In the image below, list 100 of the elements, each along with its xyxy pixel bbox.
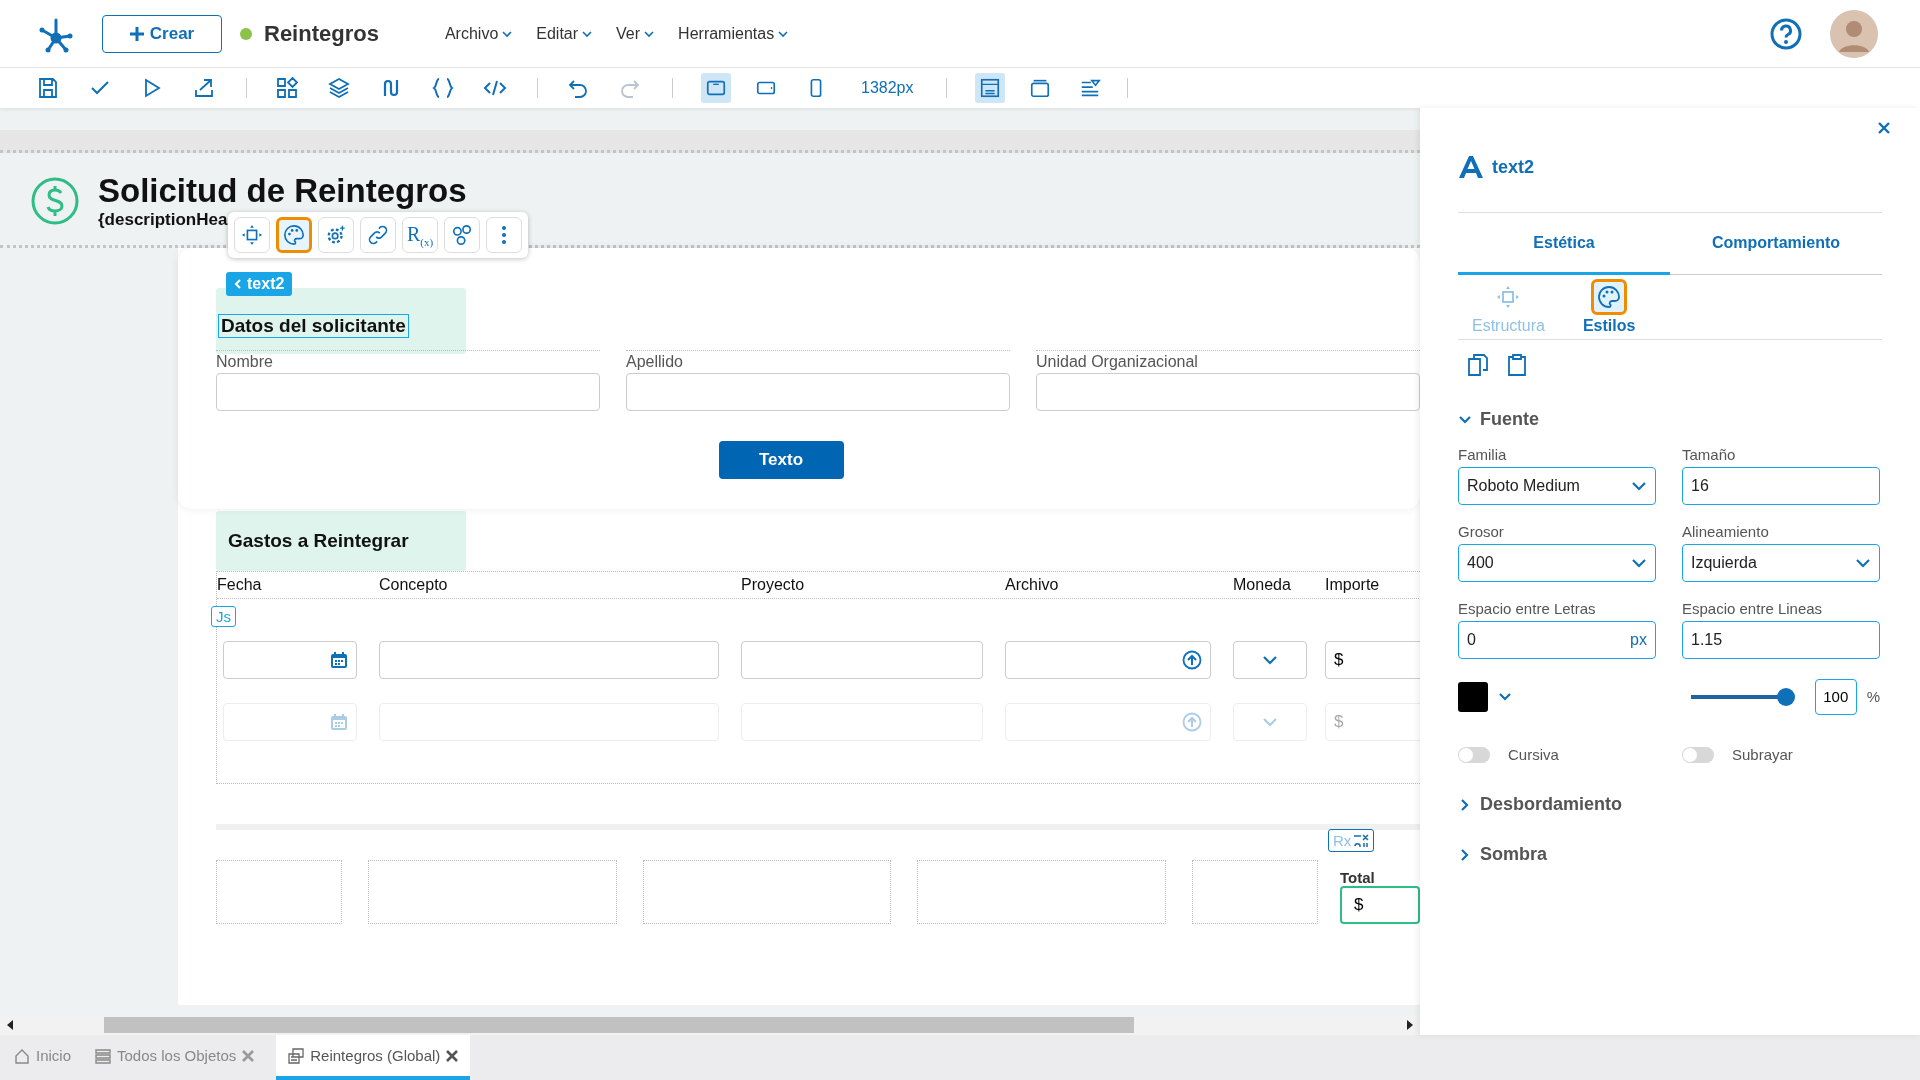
close-icon[interactable] [1878, 122, 1890, 134]
save-icon[interactable] [36, 76, 60, 100]
input-field[interactable]: 0 px [1458, 620, 1656, 659]
toggle-switch[interactable] [1682, 746, 1714, 763]
move-button[interactable] [234, 217, 270, 253]
text-element-icon [1458, 155, 1484, 179]
section-toggle[interactable]: Fuente [1458, 399, 1882, 440]
panel-title: text2 [1492, 156, 1535, 178]
subtab[interactable]: Estilos [1582, 278, 1636, 335]
document-tab[interactable]: Reintegros (Global) [276, 1035, 471, 1080]
circles-icon [451, 224, 473, 246]
chevron-down-icon [1855, 557, 1871, 568]
menu-item[interactable]: Herramientas [678, 24, 789, 43]
input-field[interactable] [626, 373, 1010, 411]
total-field[interactable]: $ [1340, 886, 1420, 924]
chevron-down-icon [1631, 557, 1647, 568]
field-label: Tamaño [1682, 445, 1737, 463]
file-field[interactable] [1005, 641, 1211, 679]
tab-label: Inicio [36, 1047, 72, 1064]
menu-item[interactable]: Editar [536, 24, 593, 43]
styles-button[interactable] [276, 217, 312, 253]
form-description: {descriptionHea [98, 210, 229, 230]
status-dot-icon [240, 27, 252, 40]
scroll-left-icon[interactable] [6, 1020, 14, 1030]
move-icon [1496, 284, 1521, 309]
color-swatch[interactable] [1458, 681, 1488, 712]
canvas-width-label: 1382px [861, 79, 914, 97]
settings-button[interactable] [318, 217, 354, 253]
total-label: Total [1340, 869, 1375, 886]
input-field[interactable] [741, 641, 983, 679]
scroll-right-icon[interactable] [1406, 1020, 1414, 1030]
components-icon[interactable] [275, 76, 299, 100]
field-label: Apellido [626, 352, 684, 372]
link-button[interactable] [360, 217, 396, 253]
formula-button[interactable]: R$_{(x)}$ [402, 217, 438, 253]
connections-button[interactable] [444, 217, 480, 253]
text-button[interactable]: Texto [718, 441, 844, 479]
toggle-label: Cursiva [1508, 746, 1559, 763]
form-icon [288, 1047, 305, 1064]
field-label: Espacio entre Letras [1458, 599, 1597, 617]
copy-icon[interactable] [1468, 353, 1488, 376]
tab-label: Reintegros (Global) [310, 1047, 441, 1064]
dollar-circle-icon [30, 176, 80, 226]
export-icon[interactable] [192, 76, 216, 100]
dropdown[interactable]: 400 [1458, 543, 1656, 582]
braces-icon[interactable] [431, 76, 455, 100]
column-header: Moneda [1233, 576, 1292, 594]
upload-icon [1182, 712, 1202, 732]
form-title: Solicitud de Reintegros [98, 172, 467, 210]
tab-label: Todos los Objetos [117, 1047, 237, 1064]
field-label: Nombre [216, 352, 274, 372]
page-layout-button[interactable] [974, 73, 1005, 103]
field-label: Alineamiento [1682, 522, 1770, 540]
chevron-down-icon[interactable] [1498, 691, 1512, 702]
desktop-view-button[interactable] [701, 73, 731, 103]
calendar-icon [330, 713, 348, 731]
layout-icon [978, 77, 1001, 99]
input-field[interactable]: 16 [1682, 466, 1880, 505]
chevron-down-icon [502, 29, 513, 38]
close-icon[interactable] [446, 1049, 459, 1062]
scrollbar-thumb[interactable] [104, 1017, 1134, 1033]
dropdown[interactable]: Roboto Medium [1458, 466, 1656, 505]
section-toggle[interactable]: Desbordamiento [1458, 784, 1882, 825]
chevron-down-icon [1631, 480, 1647, 491]
help-icon[interactable] [1770, 17, 1802, 50]
field-label: Grosor [1458, 522, 1505, 540]
link-icon [367, 224, 389, 246]
upload-icon [1182, 650, 1202, 670]
settings-icon [325, 224, 347, 246]
input-field[interactable] [216, 373, 600, 411]
palette-icon [283, 224, 305, 246]
chevron-down-icon [1262, 655, 1278, 665]
calendar-icon [330, 651, 348, 669]
chevron-down-icon [644, 29, 655, 38]
formula-icon [1353, 833, 1370, 848]
date-field[interactable] [223, 641, 357, 679]
section-toggle[interactable]: Sombra [1458, 834, 1882, 875]
menu-item[interactable]: Archivo [444, 24, 513, 43]
more-button[interactable] [486, 217, 522, 253]
column-header: Proyecto [741, 576, 806, 594]
opacity-field[interactable]: 100 [1814, 678, 1857, 715]
clipboard-icon[interactable] [1508, 353, 1526, 376]
input-field[interactable]: 1.15 [1682, 620, 1880, 659]
section-heading[interactable]: Datos del solicitante [218, 314, 409, 338]
tab[interactable]: Estética [1458, 213, 1670, 275]
tab[interactable]: Comportamiento [1670, 213, 1882, 275]
input-field[interactable] [1036, 373, 1420, 411]
layers-icon[interactable] [327, 76, 351, 100]
plus-icon [129, 26, 144, 41]
dropdown[interactable]: Izquierda [1682, 543, 1880, 582]
create-button[interactable]: Crear [102, 14, 222, 53]
toggle-switch[interactable] [1458, 746, 1490, 763]
move-icon [241, 224, 263, 246]
field-label: Familia [1458, 445, 1508, 463]
avatar-icon[interactable] [1830, 9, 1878, 58]
chevron-down-icon [582, 29, 593, 38]
input-field[interactable] [379, 641, 719, 679]
field-label: Espacio entre Lineas [1682, 599, 1824, 617]
palette-icon [1597, 284, 1622, 309]
menu-item[interactable]: Ver [616, 24, 655, 43]
